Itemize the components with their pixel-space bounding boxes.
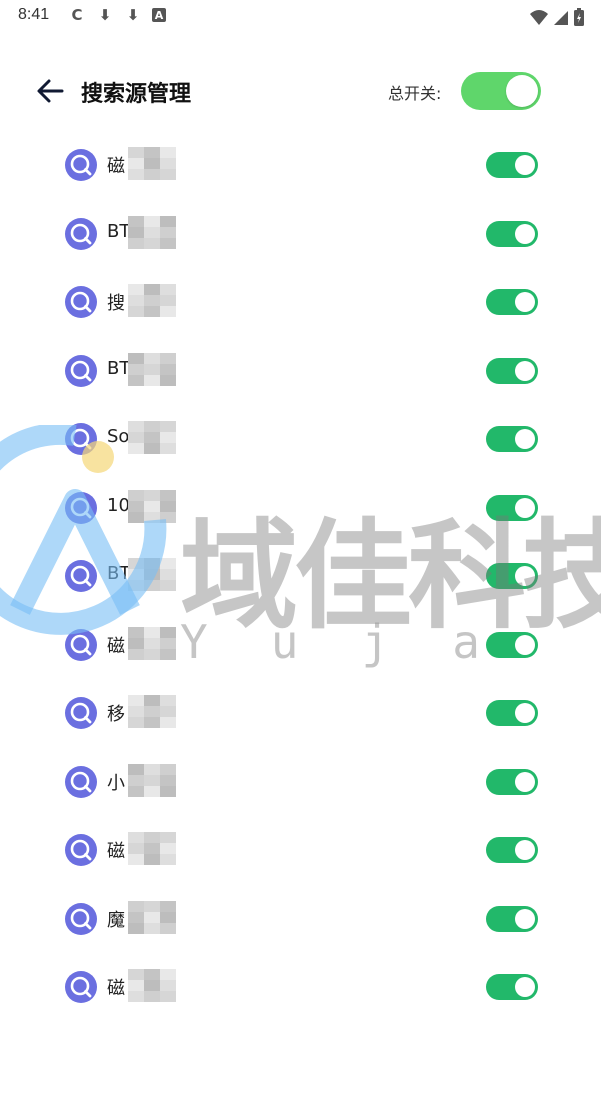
master-switch[interactable] <box>461 72 541 110</box>
switch-knob <box>515 634 535 655</box>
redacted-text <box>128 832 176 866</box>
source-toggle-switch[interactable] <box>486 494 538 521</box>
source-row[interactable]: 10 <box>0 473 601 541</box>
redacted-text <box>128 900 176 935</box>
source-row[interactable]: BT <box>0 336 601 404</box>
source-row[interactable]: 磁 <box>0 815 601 883</box>
search-source-icon <box>65 902 97 935</box>
search-source-icon <box>65 149 97 181</box>
redacted-text <box>128 489 176 524</box>
search-source-icon <box>65 765 97 798</box>
system-icons <box>529 7 585 27</box>
redacted-text <box>128 421 176 455</box>
switch-knob <box>515 360 535 381</box>
app-a-icon: A <box>152 8 166 22</box>
signal-icon <box>554 11 568 25</box>
switch-knob <box>506 75 538 107</box>
source-name: 磁 <box>107 635 125 657</box>
source-toggle-switch[interactable] <box>486 631 538 658</box>
switch-knob <box>515 703 535 723</box>
source-toggle-switch[interactable] <box>486 289 538 315</box>
master-switch-label: 总开关: <box>388 84 442 103</box>
download-icon: ⬇ <box>126 6 140 24</box>
notification-icons: C ⬇ ⬇ A <box>68 6 166 24</box>
source-name: BT <box>107 357 131 379</box>
source-name: 10 <box>107 494 130 516</box>
back-button[interactable] <box>32 74 68 108</box>
source-name: 磁 <box>107 156 125 177</box>
source-toggle-switch[interactable] <box>486 357 538 384</box>
source-name: BT <box>107 220 131 242</box>
source-row[interactable]: BT <box>0 541 601 609</box>
switch-knob <box>515 223 535 244</box>
redacted-text <box>128 558 176 592</box>
source-toggle-switch[interactable] <box>486 563 538 589</box>
switch-knob <box>515 977 535 997</box>
source-name: 磁 <box>107 978 125 999</box>
page-title: 搜索源管理 <box>81 82 192 107</box>
search-source-icon <box>65 491 97 524</box>
search-source-icon <box>65 560 97 592</box>
status-time: 8:41 <box>18 6 50 23</box>
battery-icon <box>574 8 584 26</box>
source-toggle-switch[interactable] <box>486 905 538 932</box>
search-source-icon <box>65 628 97 661</box>
redacted-text <box>128 695 176 729</box>
arrow-left-icon <box>37 79 64 103</box>
source-toggle-switch[interactable] <box>486 837 538 863</box>
redacted-text <box>128 763 176 798</box>
redacted-text <box>128 969 176 1003</box>
search-source-icon <box>65 286 97 318</box>
redacted-text <box>128 626 176 661</box>
search-source-icon <box>65 423 97 455</box>
source-name: 磁 <box>107 841 125 862</box>
source-row[interactable]: 磁 <box>0 610 601 678</box>
search-source-icon <box>65 971 97 1003</box>
source-name: 搜 <box>107 293 125 314</box>
search-source-icon <box>65 354 97 387</box>
source-toggle-switch[interactable] <box>486 974 538 1000</box>
source-name: 魔 <box>107 909 125 931</box>
download-icon: ⬇ <box>98 6 112 24</box>
source-toggle-switch[interactable] <box>486 768 538 795</box>
redacted-text <box>128 284 176 318</box>
source-toggle-switch[interactable] <box>486 152 538 178</box>
source-row[interactable]: 魔 <box>0 884 601 952</box>
source-row[interactable]: BT <box>0 199 601 267</box>
search-source-icon <box>65 697 97 729</box>
source-row[interactable]: So <box>0 404 601 472</box>
switch-knob <box>515 292 535 312</box>
redacted-text <box>128 352 176 387</box>
source-row[interactable]: 移 <box>0 678 601 746</box>
source-row[interactable]: 搜 <box>0 267 601 335</box>
sync-icon: C <box>71 6 83 24</box>
switch-knob <box>515 840 535 860</box>
source-toggle-switch[interactable] <box>486 220 538 247</box>
switch-knob <box>515 155 535 175</box>
source-name: BT <box>107 563 131 584</box>
app-header: 搜索源管理 总开关: <box>0 60 601 122</box>
redacted-text <box>128 215 176 250</box>
source-row[interactable]: 磁 <box>0 130 601 198</box>
status-bar: 8:41 C ⬇ ⬇ A <box>0 0 601 34</box>
source-row[interactable]: 磁 <box>0 952 601 1020</box>
source-name: So <box>107 426 130 447</box>
switch-knob <box>515 566 535 586</box>
source-name: 移 <box>107 704 125 725</box>
search-source-icon <box>65 834 97 866</box>
source-toggle-switch[interactable] <box>486 700 538 726</box>
switch-knob <box>515 429 535 449</box>
search-source-icon <box>65 217 97 250</box>
source-row[interactable]: 小 <box>0 747 601 815</box>
switch-knob <box>515 908 535 929</box>
source-toggle-switch[interactable] <box>486 426 538 452</box>
switch-knob <box>515 497 535 518</box>
wifi-icon <box>530 10 548 25</box>
redacted-text <box>128 147 176 181</box>
source-name: 小 <box>107 772 125 794</box>
switch-knob <box>515 771 535 792</box>
